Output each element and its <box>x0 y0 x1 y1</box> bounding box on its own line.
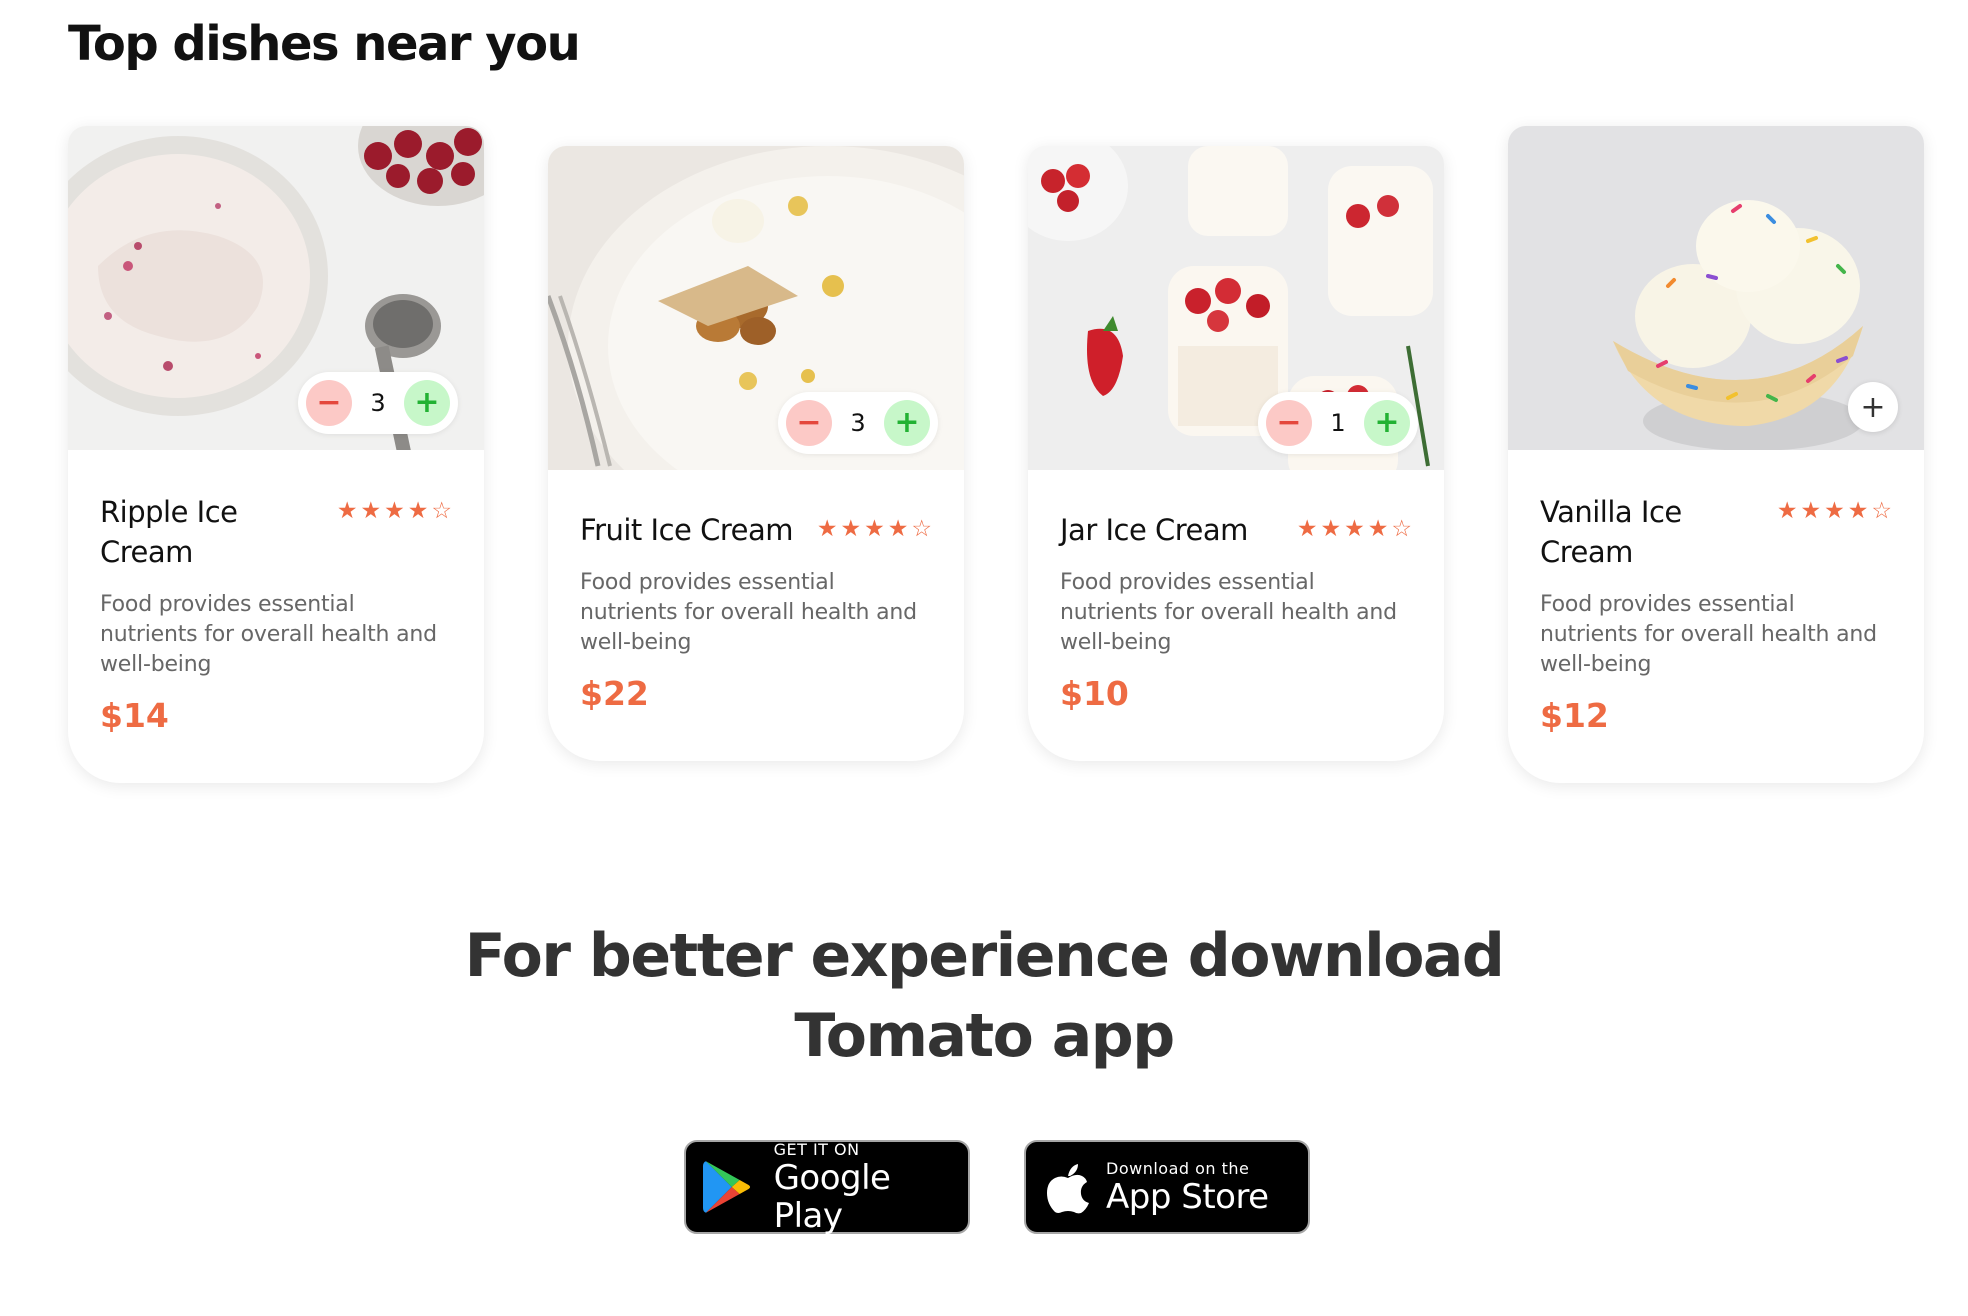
dish-name: Jar Ice Cream <box>1060 513 1248 547</box>
dish-price: $14 <box>100 696 169 735</box>
dish-name: Ripple Ice Cream <box>100 495 238 569</box>
increase-button[interactable]: + <box>884 400 930 446</box>
star-icon: ★ <box>1320 516 1342 542</box>
star-icon: ★ <box>1824 498 1845 524</box>
decrease-button[interactable]: − <box>786 400 832 446</box>
quantity-counter: − 3 + <box>778 392 938 454</box>
dish-info: Jar Ice Cream ★ ★ ★ ★ ☆ Food provides es… <box>1028 470 1444 761</box>
app-store-button[interactable]: Download on the App Store <box>1024 1140 1310 1234</box>
quantity-value: 1 <box>1330 409 1346 437</box>
increase-button[interactable]: + <box>1364 400 1410 446</box>
star-icon: ★ <box>887 516 909 542</box>
dish-description: Food provides essential nutrients for ov… <box>580 570 917 655</box>
star-icon: ★ <box>816 516 838 542</box>
star-icon: ★ <box>1296 516 1318 542</box>
dish-info: Vanilla Ice Cream ★ ★ ★ ★ ☆ Food provide… <box>1508 450 1924 783</box>
dish-image: + <box>1508 126 1924 450</box>
star-icon: ★ <box>864 516 885 542</box>
dish-info: Ripple Ice Cream ★ ★ ★ ★ ☆ Food provides… <box>68 450 484 783</box>
dish-info: Fruit Ice Cream ★ ★ ★ ★ ☆ Food provides … <box>548 470 964 761</box>
download-heading-line1: For better experience download <box>464 921 1505 991</box>
dish-price: $12 <box>1540 696 1609 735</box>
dish-description: Food provides essential nutrients for ov… <box>100 592 437 677</box>
apple-icon <box>1047 1164 1089 1214</box>
dish-price: $22 <box>580 674 649 713</box>
google-play-icon <box>702 1161 751 1213</box>
rating-stars: ★ ★ ★ ★ ☆ <box>1297 516 1412 542</box>
star-icon: ★ <box>1367 516 1389 542</box>
star-icon: ★ <box>1800 498 1822 524</box>
dish-image: − 3 + <box>68 126 484 450</box>
dish-name: Fruit Ice Cream <box>580 513 793 547</box>
dish-card-vanilla[interactable]: + Vanilla Ice Cream ★ ★ ★ ★ ☆ Food provi… <box>1508 126 1924 783</box>
download-heading-line2: Tomato app <box>794 1001 1175 1071</box>
rating-stars: ★ ★ ★ ★ ☆ <box>1777 498 1892 524</box>
star-icon: ★ <box>384 498 405 524</box>
dish-name: Vanilla Ice Cream <box>1540 495 1682 569</box>
quantity-value: 3 <box>370 389 386 417</box>
google-play-button[interactable]: GET IT ON Google Play <box>684 1139 970 1236</box>
star-icon: ★ <box>336 498 358 524</box>
star-outline-icon: ☆ <box>1391 516 1412 542</box>
add-to-cart-button[interactable]: + <box>1848 382 1898 432</box>
app-store-big-text: App Store <box>1106 1176 1269 1217</box>
google-play-small-text: GET IT ON <box>773 1139 860 1159</box>
dish-description: Food provides essential nutrients for ov… <box>1060 570 1397 655</box>
page: Top dishes near you − 3 + Ripple Ice Cre… <box>0 0 1968 1316</box>
star-icon: ★ <box>1776 498 1798 524</box>
quantity-counter: − 1 + <box>1258 392 1418 454</box>
star-icon: ★ <box>360 498 382 524</box>
increase-button[interactable]: + <box>404 380 450 426</box>
star-icon: ★ <box>407 498 429 524</box>
dish-card-fruit[interactable]: − 3 + Fruit Ice Cream ★ ★ ★ ★ ☆ Food pro… <box>548 146 964 761</box>
app-store-small-text: Download on the <box>1106 1158 1250 1178</box>
dish-image: − 3 + <box>548 146 964 470</box>
decrease-button[interactable]: − <box>306 380 352 426</box>
dish-price: $10 <box>1060 674 1129 713</box>
star-outline-icon: ☆ <box>1871 498 1892 524</box>
star-outline-icon: ☆ <box>911 516 932 542</box>
dish-card-jar[interactable]: − 1 + Jar Ice Cream ★ ★ ★ ★ ☆ Food provi… <box>1028 146 1444 761</box>
star-icon: ★ <box>1344 516 1365 542</box>
star-icon: ★ <box>840 516 862 542</box>
star-icon: ★ <box>1847 498 1869 524</box>
dish-description: Food provides essential nutrients for ov… <box>1540 592 1877 677</box>
rating-stars: ★ ★ ★ ★ ☆ <box>817 516 932 542</box>
dish-image: − 1 + <box>1028 146 1444 470</box>
decrease-button[interactable]: − <box>1266 400 1312 446</box>
download-heading: For better experience download Tomato ap… <box>0 916 1968 1076</box>
star-outline-icon: ☆ <box>431 498 452 524</box>
dish-card-ripple[interactable]: − 3 + Ripple Ice Cream ★ ★ ★ ★ ☆ Food pr… <box>68 126 484 783</box>
quantity-counter: − 3 + <box>298 372 458 434</box>
quantity-value: 3 <box>850 409 866 437</box>
section-title: Top dishes near you <box>68 16 581 72</box>
google-play-big-text: Google Play <box>773 1157 891 1236</box>
rating-stars: ★ ★ ★ ★ ☆ <box>337 498 452 524</box>
